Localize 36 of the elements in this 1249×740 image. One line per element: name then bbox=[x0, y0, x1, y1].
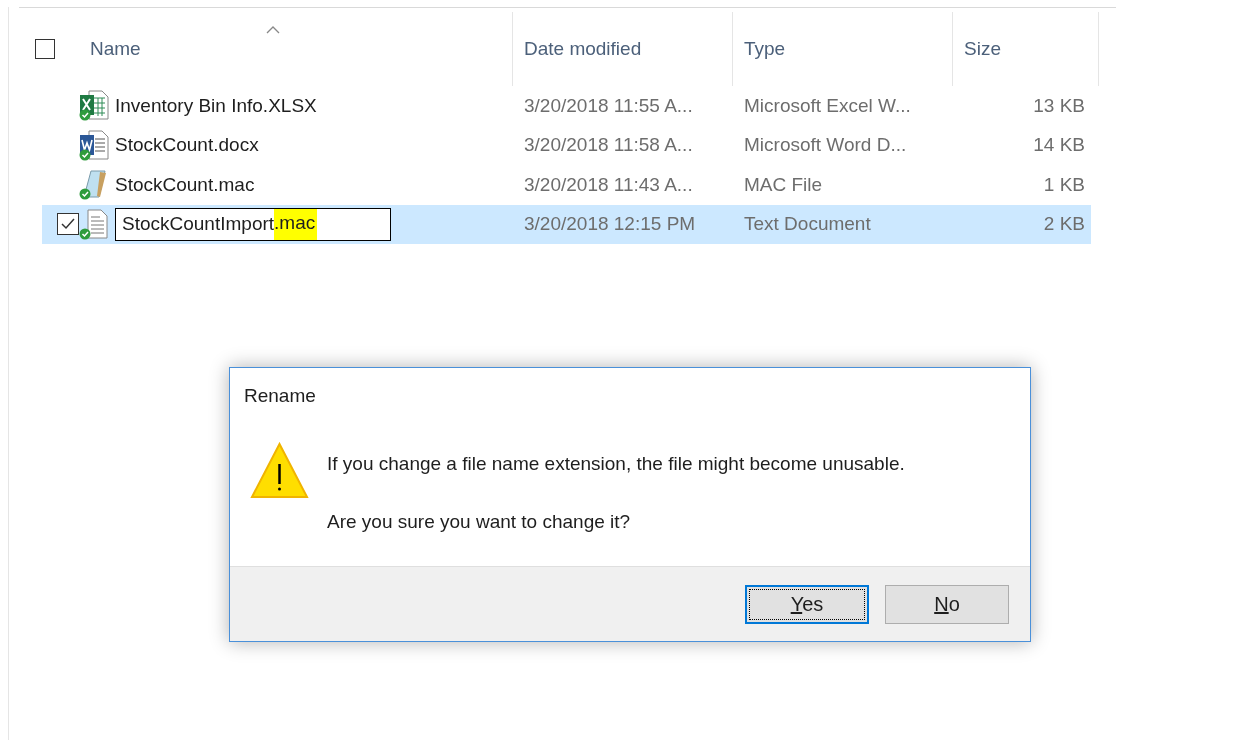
notepad-file-icon bbox=[79, 169, 109, 201]
file-row[interactable]: StockCount.mac 3/20/2018 11:43 A... MAC File 1 KB bbox=[42, 165, 1091, 205]
column-header[interactable]: Name bbox=[90, 38, 141, 60]
confirm-question: Are you sure you want to change it? bbox=[327, 511, 632, 533]
file-type: Text Document bbox=[744, 213, 871, 235]
file-name[interactable]: StockCount.docx bbox=[115, 134, 259, 157]
dialog-button[interactable]: Yes bbox=[745, 584, 869, 624]
file-size: 14 KB bbox=[1033, 134, 1085, 156]
file-name[interactable]: Inventory Bin Info.XLSX bbox=[115, 94, 317, 117]
file-name[interactable]: StockCount.mac bbox=[115, 173, 255, 196]
column-header[interactable]: Date modified bbox=[524, 38, 642, 60]
file-type: Microsoft Excel W... bbox=[744, 94, 911, 116]
date-modified: 3/20/2018 11:58 A... bbox=[524, 134, 693, 156]
text-file-icon bbox=[79, 208, 109, 240]
rename-field[interactable]: StockCountImport.mac bbox=[115, 207, 391, 241]
file-row[interactable]: Inventory Bin Info.XLSX 3/20/2018 11:55 A... Microsoft Excel W... 13 KB bbox=[42, 86, 1091, 126]
file-size: 1 KB bbox=[1043, 173, 1085, 195]
dialog-button[interactable]: No bbox=[885, 584, 1009, 624]
file-type: Microsoft Word D... bbox=[744, 134, 907, 156]
file-type: MAC File bbox=[744, 173, 823, 195]
date-modified: 3/20/2018 11:55 A... bbox=[524, 94, 693, 116]
column-header[interactable]: Size bbox=[964, 38, 1001, 60]
file-size: 2 KB bbox=[1043, 213, 1085, 235]
date-modified: 3/20/2018 12:15 PM bbox=[524, 213, 696, 235]
file-row[interactable]: StockCountImport.mac 3/20/2018 12:15 PM Text Document 2 KB bbox=[42, 204, 1091, 244]
warning-icon bbox=[250, 442, 309, 499]
file-row[interactable]: StockCount.docx 3/20/2018 11:58 A... Microsoft Word D... 14 KB bbox=[42, 125, 1091, 165]
date-modified: 3/20/2018 11:43 A... bbox=[524, 173, 693, 195]
dialog-title: Rename bbox=[244, 385, 316, 406]
warning-message: If you change a file name extension, the file might become unusable. bbox=[327, 453, 905, 475]
checkbox[interactable] bbox=[35, 39, 55, 59]
file-size: 13 KB bbox=[1033, 94, 1085, 116]
document-file-icon bbox=[79, 129, 109, 161]
column-header[interactable]: Type bbox=[744, 38, 786, 60]
checkbox[interactable] bbox=[57, 213, 79, 236]
spreadsheet-file-icon bbox=[79, 90, 109, 122]
